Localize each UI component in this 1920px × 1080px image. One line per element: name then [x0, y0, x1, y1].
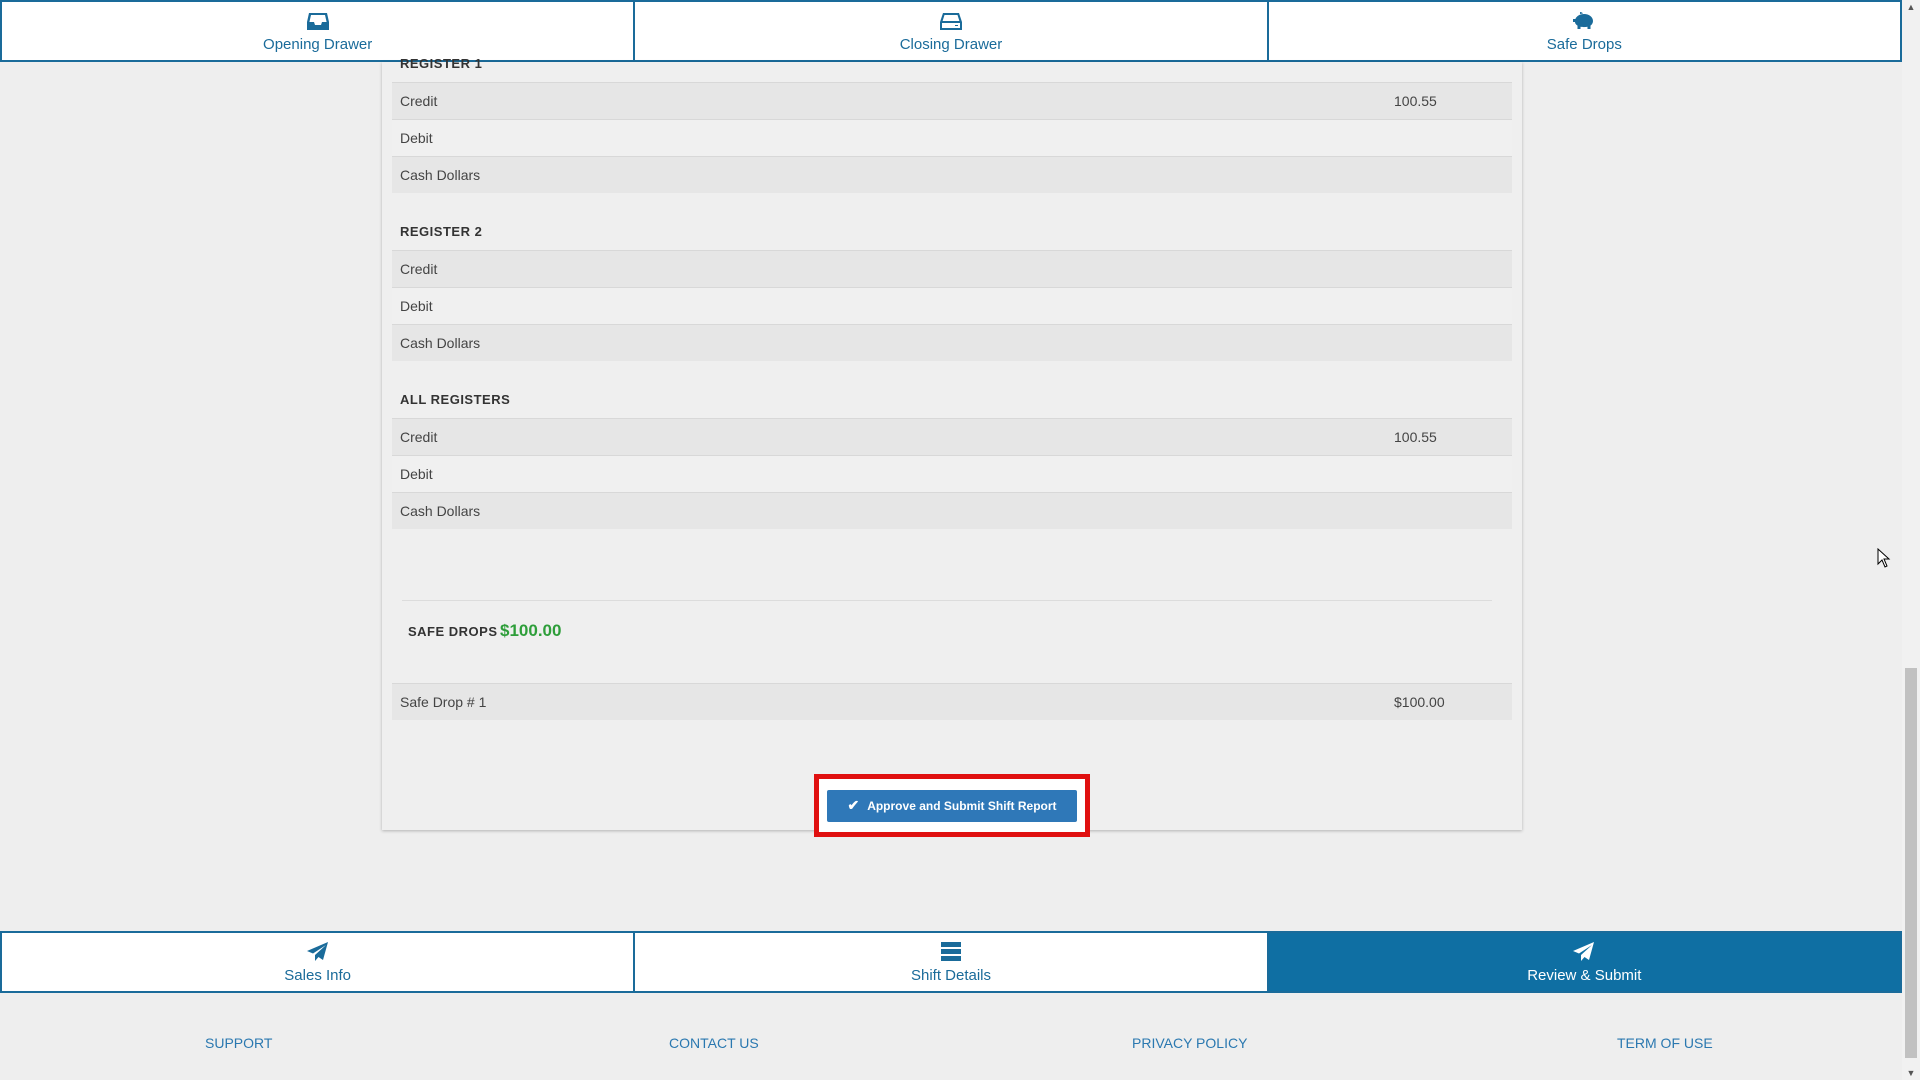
table-row: Safe Drop # 1 $100.00: [392, 683, 1512, 720]
button-label: Approve and Submit Shift Report: [867, 798, 1057, 813]
register2-title: REGISTER 2: [400, 224, 483, 239]
row-label: Debit: [400, 130, 433, 146]
all-registers-title: ALL REGISTERS: [400, 392, 511, 407]
shift-report-card: REGISTER 1 Credit 100.55 Debit Cash Dolla…: [382, 56, 1522, 837]
row-label: Credit: [400, 429, 438, 445]
row-label: Debit: [400, 466, 433, 482]
register1-title: REGISTER 1: [400, 56, 483, 71]
tab-review-submit[interactable]: Review & Submit: [1268, 933, 1900, 991]
row-label: Cash Dollars: [400, 335, 481, 351]
table-row: Cash Dollars: [392, 492, 1512, 529]
safe-drops-label: SAFE DROPS: [408, 624, 498, 639]
row-label: Cash Dollars: [400, 167, 481, 183]
inbox-icon: [306, 12, 329, 30]
tab-sales-info[interactable]: Sales Info: [2, 933, 636, 991]
tab-label: Closing Drawer: [899, 35, 1003, 53]
table-row: Credit 100.55: [392, 418, 1512, 455]
drawer-icon: [939, 12, 962, 30]
all-registers-rows: Credit 100.55 Debit Cash Dollars: [392, 418, 1512, 529]
scroll-up-icon[interactable]: ▲: [1902, 0, 1920, 14]
table-row: Debit: [392, 287, 1512, 324]
support-link[interactable]: SUPPORT: [205, 1035, 272, 1051]
tab-opening-drawer[interactable]: Opening Drawer: [2, 2, 636, 60]
approve-submit-button[interactable]: ✔ Approve and Submit Shift Report: [827, 789, 1077, 822]
row-label: Safe Drop # 1: [400, 694, 487, 710]
row-label: Credit: [400, 261, 438, 277]
tab-label: Review & Submit: [1527, 966, 1642, 984]
contact-link[interactable]: CONTACT US: [669, 1035, 759, 1051]
piggy-bank-icon: [1573, 11, 1594, 29]
tab-safe-drops[interactable]: Safe Drops: [1269, 2, 1900, 60]
table-row: Debit: [392, 455, 1512, 492]
row-value: $100.00: [1394, 694, 1445, 710]
tab-shift-details[interactable]: Shift Details: [635, 933, 1269, 991]
register1-rows: Credit 100.55 Debit Cash Dollars: [392, 82, 1512, 193]
safe-drops-total: $100.00: [500, 621, 562, 640]
safe-drops-rows: Safe Drop # 1 $100.00: [392, 683, 1512, 720]
scrollbar[interactable]: ▲ ▼: [1902, 0, 1920, 1080]
row-label: Credit: [400, 93, 438, 109]
tab-closing-drawer[interactable]: Closing Drawer: [635, 2, 1269, 60]
tab-label: Sales Info: [284, 966, 352, 984]
divider: [402, 600, 1492, 601]
row-value: 100.55: [1394, 429, 1437, 445]
bottom-tab-bar: Sales Info Shift Details Review & Submit: [0, 931, 1902, 993]
table-row: Credit: [392, 250, 1512, 287]
table-row: Cash Dollars: [392, 156, 1512, 193]
top-tab-bar: Opening Drawer Closing Drawer Safe Drops: [0, 0, 1902, 62]
privacy-link[interactable]: PRIVACY POLICY: [1132, 1035, 1247, 1051]
tab-label: Safe Drops: [1546, 35, 1622, 53]
table-row: Debit: [392, 119, 1512, 156]
row-label: Cash Dollars: [400, 503, 481, 519]
footer: SUPPORT CONTACT US PRIVACY POLICY TERM O…: [0, 1035, 1902, 1059]
tab-label: Opening Drawer: [263, 35, 373, 53]
register2-rows: Credit Debit Cash Dollars: [392, 250, 1512, 361]
tab-label: Shift Details: [910, 966, 992, 984]
table-row: Credit 100.55: [392, 82, 1512, 119]
row-label: Debit: [400, 298, 433, 314]
mouse-cursor-icon: [1877, 548, 1891, 568]
check-icon: ✔: [847, 797, 860, 813]
row-value: 100.55: [1394, 93, 1437, 109]
scroll-thumb[interactable]: [1905, 668, 1917, 1058]
list-icon: [940, 941, 961, 961]
terms-link[interactable]: TERM OF USE: [1617, 1035, 1713, 1051]
paper-plane-icon: [306, 941, 328, 961]
scroll-down-icon[interactable]: ▼: [1902, 1066, 1920, 1080]
paper-plane-icon: [1573, 941, 1595, 961]
table-row: Cash Dollars: [392, 324, 1512, 361]
submit-highlight: ✔ Approve and Submit Shift Report: [814, 774, 1090, 837]
